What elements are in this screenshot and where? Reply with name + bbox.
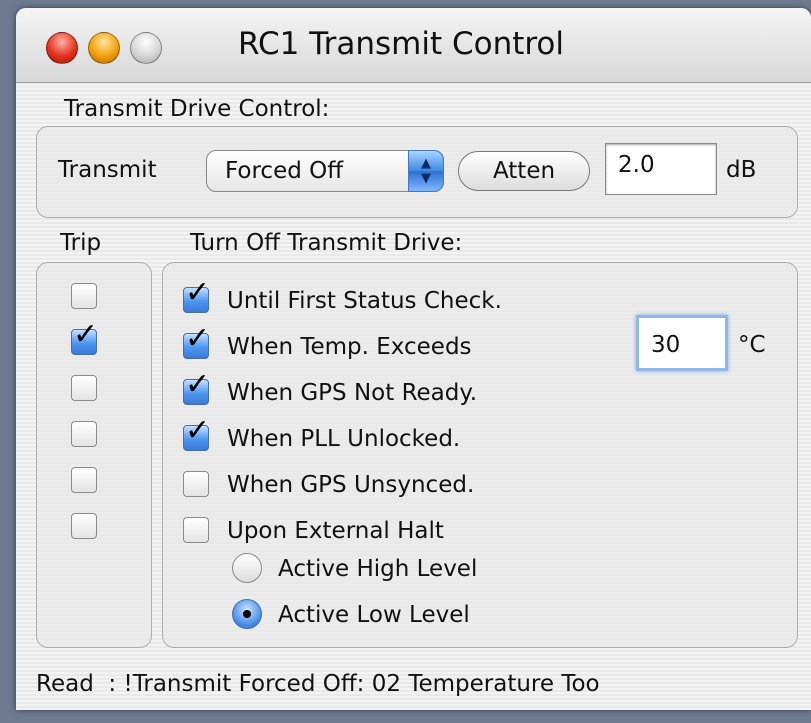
upon-external-halt-label: Upon External Halt (227, 518, 444, 544)
until-first-status-check-checkbox[interactable]: ✓ (183, 278, 210, 313)
when-gps-unsynced-label: When GPS Unsynced. (227, 472, 475, 498)
transmit-mode-popup[interactable]: Forced Off ▲ ▼ (206, 150, 444, 192)
minimize-window-icon[interactable] (88, 32, 120, 64)
trip-checkbox-4[interactable] (71, 421, 97, 447)
trip-checkbox-2[interactable]: ✓ (71, 320, 98, 355)
active-low-level-radio[interactable] (232, 599, 262, 629)
trip-checkbox-5[interactable] (71, 467, 97, 493)
zoom-window-icon[interactable] (130, 32, 162, 64)
checkmark-icon: ✓ (73, 317, 99, 352)
transmit-mode-value: Forced Off (225, 158, 344, 184)
when-temp-exceeds-label: When Temp. Exceeds (227, 334, 472, 360)
checkmark-icon: ✓ (185, 367, 211, 402)
when-gps-not-ready-label: When GPS Not Ready. (227, 380, 478, 406)
trip-checkbox-1[interactable] (71, 283, 97, 309)
updown-arrows-icon: ▲ ▼ (408, 150, 444, 192)
active-high-level-label: Active High Level (278, 556, 478, 582)
turn-off-transmit-drive-label: Turn Off Transmit Drive: (190, 230, 463, 256)
active-low-level-label: Active Low Level (278, 602, 470, 628)
when-pll-unlocked-checkbox[interactable]: ✓ (183, 416, 210, 451)
temp-threshold-field[interactable]: 30 (636, 315, 728, 371)
when-pll-unlocked-label: When PLL Unlocked. (227, 426, 461, 452)
when-temp-exceeds-checkbox[interactable]: ✓ (183, 324, 210, 359)
upon-external-halt-checkbox[interactable] (183, 517, 209, 543)
trip-checkbox-3[interactable] (71, 375, 97, 401)
temp-unit-label: °C (738, 332, 766, 358)
when-gps-not-ready-checkbox[interactable]: ✓ (183, 370, 210, 405)
until-first-status-check-label: Until First Status Check. (227, 288, 502, 314)
trip-checkbox-6[interactable] (71, 513, 97, 539)
close-window-icon[interactable] (46, 32, 78, 64)
trip-label: Trip (60, 230, 102, 256)
status-text: Read : !Transmit Forced Off: 02 Temperat… (36, 671, 600, 697)
checkmark-icon: ✓ (185, 413, 211, 448)
title-bar[interactable]: RC1 Transmit Control (16, 8, 811, 83)
transmit-label: Transmit (58, 157, 157, 183)
transmit-drive-control-label: Transmit Drive Control: (64, 96, 330, 122)
radio-selected-dot-icon (243, 610, 251, 618)
checkmark-icon: ✓ (185, 275, 211, 310)
active-high-level-radio[interactable] (232, 553, 262, 583)
atten-button[interactable]: Atten (458, 151, 590, 191)
atten-unit-label: dB (726, 157, 757, 183)
when-gps-unsynced-checkbox[interactable] (183, 471, 209, 497)
rc1-transmit-control-window: RC1 Transmit Control Transmit Drive Cont… (16, 8, 811, 710)
atten-value-field[interactable]: 2.0 (605, 143, 717, 195)
checkmark-icon: ✓ (185, 321, 211, 356)
window-title: RC1 Transmit Control (238, 26, 565, 62)
